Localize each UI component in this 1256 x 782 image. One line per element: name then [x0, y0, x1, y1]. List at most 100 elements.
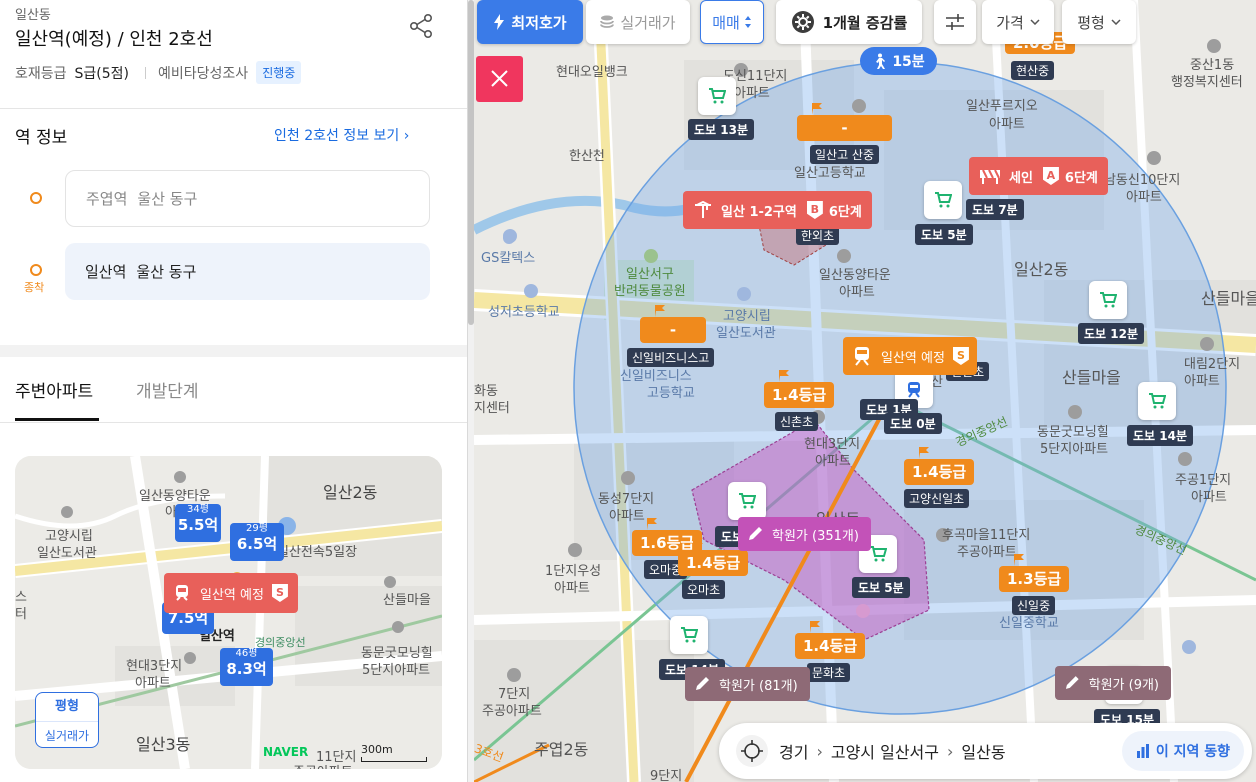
lowest-price-toggle[interactable]: 최저호가 [477, 0, 583, 44]
close-button[interactable] [476, 56, 523, 102]
train-icon [855, 347, 869, 366]
area-filter-label: 평형 [1077, 13, 1105, 32]
map-label: 현대3단지 [804, 437, 861, 452]
main-map[interactable]: 도신11단지 아파트 현대오일뱅크 일산푸르지오 아파트 일산고등학교 한산천 … [474, 0, 1256, 782]
sort-arrows-icon [744, 16, 751, 28]
grade-meta: 호재등급 S급(5점) 예비타당성조사 진행중 [15, 61, 302, 84]
scale-bar [361, 757, 427, 762]
map-label: 아파트 [734, 86, 770, 101]
locate-target-icon[interactable] [735, 734, 769, 768]
flag-icon [1014, 554, 1024, 566]
school-marker[interactable]: - [797, 103, 892, 141]
school-name-tag: 문화초 [807, 663, 851, 682]
breadcrumb-separator-icon: › [816, 741, 823, 761]
station-marker[interactable]: 일산역 예정 S [843, 337, 977, 375]
tab-development-stage[interactable]: 개발단계 [136, 377, 199, 402]
price-filter-label: 가격 [996, 13, 1024, 32]
toggle-trade-option[interactable]: 실거래가 [36, 721, 98, 747]
map-label: 터 [15, 607, 27, 622]
map-label: 일산도서관 [37, 546, 97, 561]
price-marker[interactable]: 29평 6.5억 [230, 523, 284, 561]
deal-type-select[interactable]: 매매 [700, 0, 764, 44]
flag-icon [919, 447, 929, 459]
start-station-name: 주엽역 [86, 190, 128, 208]
map-label: 일산동양타운 [819, 268, 891, 283]
school-marker[interactable]: 1.4등급 [678, 538, 749, 576]
mart-marker[interactable] [670, 616, 708, 654]
toggle-area-option[interactable]: 평형 [36, 693, 98, 721]
actual-trade-label: 실거래가 [620, 13, 676, 32]
redevelopment-marker[interactable]: 일산 1-2구역 B 6단계 [683, 191, 872, 229]
price-marker-area: 34평 [187, 504, 209, 515]
cart-icon [869, 545, 888, 563]
mart-marker[interactable] [924, 181, 962, 219]
region-trend-button[interactable]: 이 지역 동향 [1121, 731, 1244, 771]
price-marker-value: 5.5억 [177, 516, 219, 534]
map-label: 주공아파트 [482, 704, 542, 719]
period-change-button[interactable]: 1개월 증감률 [776, 0, 922, 44]
end-station-row[interactable]: 일산역 울산 동구 [65, 243, 430, 300]
start-station-row[interactable]: 주엽역 울산 동구 [65, 170, 430, 227]
school-name-tag: 오마초 [682, 580, 726, 599]
end-station-dot-icon [30, 264, 42, 276]
filter-button[interactable] [934, 0, 976, 44]
walk-time-tag: 도보 5분 [915, 224, 973, 245]
breadcrumb-province[interactable]: 경기 [779, 739, 808, 763]
mini-map[interactable]: 일산동양타운 아파트 일산2동 고양시립 일산도서관 일산전속5일장 산들마을 … [15, 456, 442, 769]
map-label: 고양시립 [723, 309, 771, 324]
cart-icon [738, 492, 757, 510]
mart-marker[interactable] [698, 77, 736, 115]
redevelopment-name: 일산 1-2구역 [721, 204, 797, 220]
school-marker[interactable]: 1.4등급 [795, 621, 866, 659]
cart-icon [934, 191, 953, 209]
map-label: 후곡마을11단지 [942, 528, 1031, 543]
price-marker-value: 8.3억 [226, 660, 267, 678]
meta-divider [145, 66, 147, 79]
section-gap [0, 345, 467, 357]
school-marker[interactable]: 1.4등급 [904, 447, 975, 485]
mart-marker[interactable] [1138, 382, 1176, 420]
mart-marker[interactable] [728, 482, 766, 520]
flag-icon [693, 538, 703, 550]
school-marker[interactable]: - [640, 305, 706, 343]
flag-icon [812, 103, 822, 115]
train-icon [176, 585, 188, 601]
station-marker-label: 일산역 예정 [200, 587, 264, 603]
close-icon [491, 70, 508, 87]
school-marker[interactable]: 1.3등급 [999, 554, 1070, 592]
breadcrumb-dong[interactable]: 일산동 [961, 739, 1005, 763]
price-filter-dropdown[interactable]: 가격 [982, 0, 1054, 44]
share-icon[interactable] [406, 10, 438, 42]
redevelopment-marker[interactable]: 세인 A 6단계 [969, 157, 1108, 195]
region-breadcrumb: 경기 › 고양시 일산서구 › 일산동 이 지역 동향 [719, 723, 1252, 779]
academy-cluster-marker[interactable]: 학원가 (351개) [738, 517, 871, 551]
area-filter-dropdown[interactable]: 평형 [1062, 0, 1136, 44]
map-label: 일산고등학교 [794, 166, 866, 181]
redevelopment-grade-icon: A [1042, 167, 1059, 185]
breadcrumb-city[interactable]: 고양시 일산서구 [831, 739, 939, 763]
price-marker[interactable]: 34평 5.5억 [175, 504, 221, 542]
walk-radius-label: 15분 [892, 54, 925, 70]
price-marker[interactable]: 46평 8.3억 [220, 648, 273, 686]
map-label: 1단지우성 [545, 564, 602, 579]
tab-nearby-apartments[interactable]: 주변아파트 [15, 377, 93, 402]
map-label: 아파트 [815, 454, 851, 469]
price-mode-toggle[interactable]: 평형 실거래가 [35, 692, 99, 748]
station-info-title: 역 정보 [15, 128, 68, 148]
line-info-link[interactable]: 인천 2호선 정보 보기 › [274, 125, 409, 145]
bolt-icon [494, 14, 505, 30]
academy-count: 학원가 (351개) [772, 528, 859, 544]
cart-icon [680, 626, 699, 644]
stack-icon [600, 15, 615, 28]
academy-cluster-marker[interactable]: 학원가 (9개) [1055, 666, 1171, 700]
actual-trade-toggle[interactable]: 실거래가 [586, 0, 690, 44]
mart-marker[interactable] [1089, 281, 1127, 319]
walk-time-tag: 도보 14분 [1127, 425, 1193, 446]
map-label: 행정복지센터 [1171, 75, 1243, 90]
academy-cluster-marker[interactable]: 학원가 (81개) [685, 667, 810, 701]
walk-radius-pill[interactable]: 15분 [860, 47, 937, 75]
period-change-label: 1개월 증감률 [822, 13, 908, 32]
price-marker-value: 6.5억 [236, 535, 278, 553]
station-marker[interactable]: 일산역 예정 S [164, 573, 298, 613]
school-marker[interactable]: 1.4등급 [764, 370, 835, 408]
